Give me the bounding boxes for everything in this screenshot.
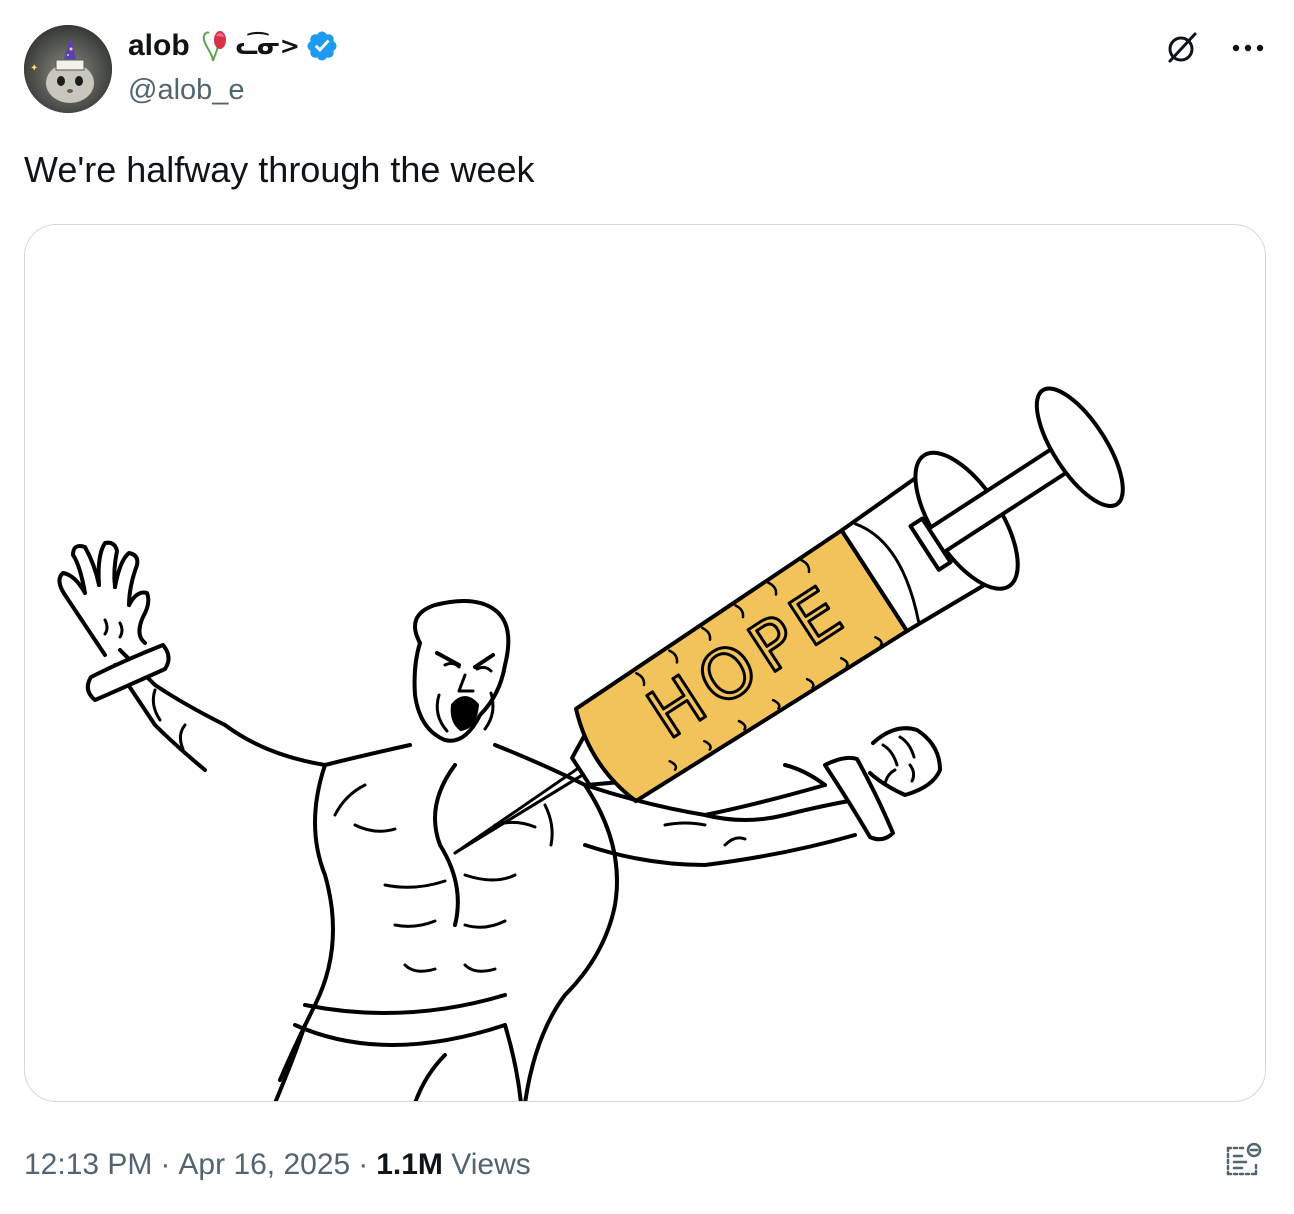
tweet: ✦ alob ᓚ͡ᓂ> @alob_e We're halfway throug… <box>0 0 1294 1214</box>
more-icon <box>1232 44 1264 52</box>
author-handle[interactable]: @alob_e <box>128 72 245 108</box>
cat-wizard-avatar-icon: ✦ <box>24 25 112 113</box>
views-count: 1.1M <box>376 1148 443 1181</box>
post-insights-button[interactable] <box>1222 1138 1266 1182</box>
author-display-name[interactable]: alob <box>128 26 190 66</box>
more-options-button[interactable] <box>1228 28 1268 68</box>
decoration-text: ᓚ͡ᓂ> <box>235 32 300 60</box>
flower-emoji-icon <box>202 31 226 62</box>
verified-badge-icon[interactable] <box>305 29 339 63</box>
tweet-meta: 12:13 PM · Apr 16, 2025 · 1.1M Views <box>24 1143 531 1187</box>
tweet-image[interactable]: HOPE <box>24 224 1266 1102</box>
meta-separator: · <box>160 1148 171 1181</box>
name-decoration: ᓚ͡ᓂ> <box>200 28 300 64</box>
meta-separator: · <box>358 1148 369 1181</box>
post-time[interactable]: 12:13 PM <box>24 1148 152 1181</box>
post-insights-icon <box>1226 1142 1262 1176</box>
svg-text:✦: ✦ <box>30 63 38 74</box>
author-avatar[interactable]: ✦ <box>24 25 112 113</box>
top-actions <box>1162 28 1268 68</box>
grok-icon <box>1168 32 1197 63</box>
grok-button[interactable] <box>1162 28 1202 68</box>
views-label: Views <box>451 1148 531 1181</box>
post-date[interactable]: Apr 16, 2025 <box>178 1148 350 1181</box>
author-name-row[interactable]: alob ᓚ͡ᓂ> <box>128 26 339 66</box>
syringe-hope-illustration: HOPE <box>57 386 1125 1101</box>
tweet-text: We're halfway through the week <box>24 149 535 190</box>
